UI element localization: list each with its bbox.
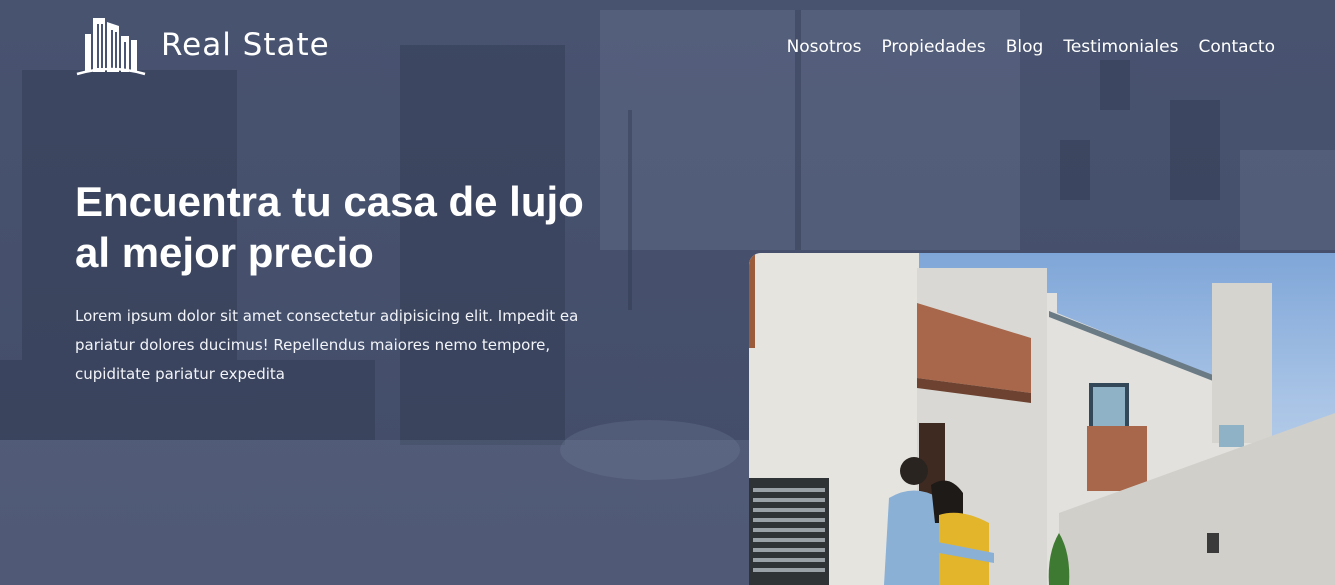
brand-name: Real State — [161, 27, 330, 63]
hero-house-photo — [749, 253, 1335, 585]
nav-link-testimoniales[interactable]: Testimoniales — [1063, 37, 1178, 57]
main-nav: Nosotros Propiedades Blog Testimoniales … — [787, 37, 1275, 57]
brand-logo[interactable]: Real State — [75, 14, 330, 76]
hero-description: Lorem ipsum dolor sit amet consectetur a… — [75, 307, 579, 383]
background-frame-shape — [1170, 100, 1220, 200]
buildings-logo-icon — [76, 18, 146, 76]
nav-link-contacto[interactable]: Contacto — [1198, 37, 1275, 57]
hero-title-line-1: Encuentra tu casa de lujo — [75, 178, 584, 225]
background-table-shape — [560, 420, 740, 480]
background-frame-shape — [1060, 140, 1090, 200]
site-header: Real State Nosotros Propiedades Blog Tes… — [75, 12, 1275, 78]
background-lamp-shape — [1240, 150, 1335, 250]
hero-title-line-2: al mejor precio — [75, 229, 374, 276]
house-couple-illustration — [749, 253, 1335, 585]
hero-title: Encuentra tu casa de lujo al mejor preci… — [75, 176, 615, 278]
nav-link-nosotros[interactable]: Nosotros — [787, 37, 862, 57]
background-window-frame — [628, 110, 632, 310]
nav-link-propiedades[interactable]: Propiedades — [881, 37, 985, 57]
nav-link-blog[interactable]: Blog — [1006, 37, 1044, 57]
